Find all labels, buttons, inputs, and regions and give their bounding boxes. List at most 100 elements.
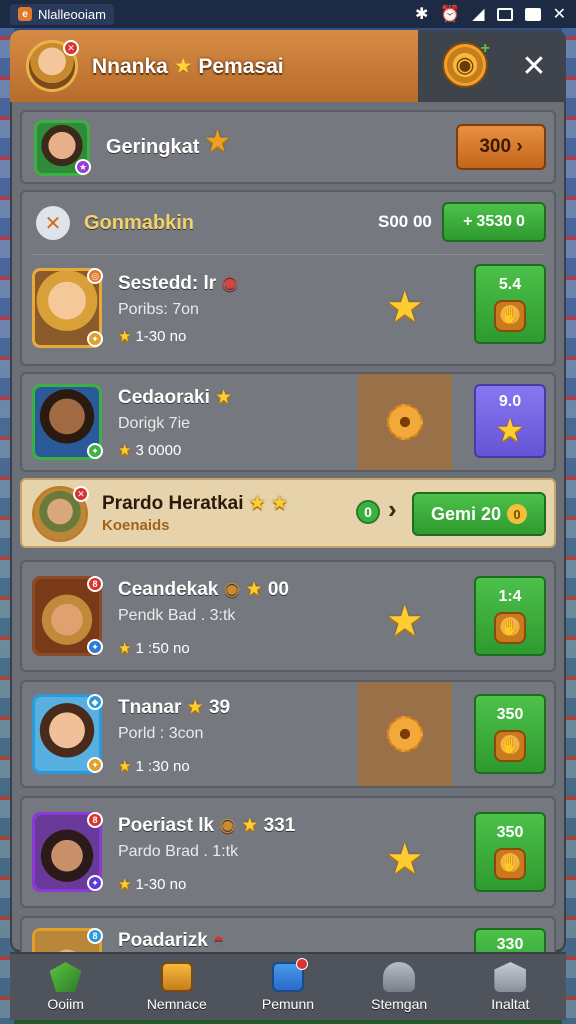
player-rating: ★ 3 0000 xyxy=(118,441,182,460)
player-info: Poeriast lk ◉ ★ 331 Pardo Brad . 1:tk ★ 1… xyxy=(118,814,295,893)
player-info: Prardo Heratkai ★ ★ Koenaids xyxy=(102,492,288,534)
player-row[interactable]: 8 Poadarizk ◓ 330 xyxy=(20,916,556,952)
toggle-icon[interactable]: 0 xyxy=(356,500,380,524)
star-icon: ★ xyxy=(386,283,424,330)
star-icon: ★ xyxy=(118,876,132,893)
star-icon: ★ xyxy=(118,758,132,775)
gem-button[interactable]: Gemi 20 0 xyxy=(412,492,546,536)
nav-item-stemgan[interactable]: Stemgan xyxy=(349,962,449,1012)
section-title: Gonmabkin xyxy=(84,212,195,234)
player-rating: ★ 1-30 no xyxy=(118,327,187,346)
player-stats: Porld : 3con xyxy=(118,725,204,742)
medal-icon: ◉ xyxy=(223,579,241,600)
team-panel: ✕ Nnanka ★ Pemasai ◉ + ✕ ★ Geringkat ★ 3… xyxy=(10,30,566,952)
chevron-right-icon[interactable]: › xyxy=(388,494,397,525)
divider xyxy=(32,254,544,255)
star-icon: ★ xyxy=(204,125,231,158)
section-value: S00 00 xyxy=(378,212,432,231)
medal-icon: ◉ xyxy=(219,815,236,836)
top-rank-row[interactable]: ★ Geringkat ★ 300 › xyxy=(20,110,556,184)
player-value-button[interactable]: 5.4 ✋ xyxy=(474,264,546,344)
star-icon: ★ xyxy=(495,412,525,448)
position-tile xyxy=(358,682,452,786)
star-icon: ★ xyxy=(118,328,132,345)
player-avatar: 8 xyxy=(32,928,103,952)
level-badge: 8 xyxy=(87,812,103,828)
nav-item-inaltat[interactable]: Inaltat xyxy=(460,962,560,1012)
status-bar: e Nlalleooiam ✱ ⏰ ◢ ✕ xyxy=(0,0,576,28)
player-info: Sestedd: lr ◉ Poribs: 7on ★ 1-30 no xyxy=(118,272,238,345)
player-avatar: ✕ xyxy=(32,486,89,542)
nav-item-ooiim[interactable]: Ooiim xyxy=(16,962,116,1012)
page-title: Nnanka ★ Pemasai xyxy=(92,54,284,78)
notification-badge xyxy=(295,958,308,970)
player-info: Tnanar ★ 39 Porld : 3con ★ 1 :30 no xyxy=(118,696,230,775)
status-icons: ✱ ⏰ ◢ ✕ xyxy=(415,4,566,24)
panel-header: ✕ Nnanka ★ Pemasai ◉ + ✕ xyxy=(10,30,566,102)
window-icon[interactable] xyxy=(524,7,541,21)
player-value-button[interactable]: 350 ✋ xyxy=(474,694,546,774)
star-icon: ★ xyxy=(271,493,289,514)
close-icon[interactable]: ✕ xyxy=(553,4,566,24)
level-badge: ★ xyxy=(75,159,91,175)
star-icon: ★ xyxy=(245,579,263,600)
close-button[interactable]: ✕ xyxy=(514,46,554,86)
player-name: Tnanar ★ 39 xyxy=(118,697,231,718)
player-row[interactable]: 8 ✦ Poeriast lk ◉ ★ 331 Pardo Brad . 1:t… xyxy=(20,796,556,908)
rewards-button[interactable]: ◉ + xyxy=(442,40,490,88)
row-name: Geringkat xyxy=(106,136,200,158)
player-name: Ceandekak ◉ ★ 00 xyxy=(118,579,289,600)
app-title-chip: e Nlalleooiam xyxy=(10,3,114,25)
player-avatar: ✦ xyxy=(32,384,103,460)
player-name: Poadarizk ◓ xyxy=(118,930,225,951)
section-coin-button[interactable]: + 3530 0 xyxy=(442,202,546,242)
app-title: Nlalleooiam xyxy=(38,6,106,22)
level-badge: ◆ xyxy=(87,694,103,710)
player-value-button[interactable]: 1:4 ✋ xyxy=(474,576,546,656)
window-icon[interactable] xyxy=(496,7,513,21)
helmet-icon xyxy=(383,962,416,992)
player-avatar: ◎ ✦ xyxy=(32,268,103,348)
signal-icon: ◢ xyxy=(472,6,485,23)
plus-icon: + xyxy=(480,40,490,57)
rank-value-button[interactable]: 300 › xyxy=(456,124,546,170)
player-value-button[interactable]: 9.0 ★ xyxy=(474,384,546,458)
bluetooth-icon: ✱ xyxy=(414,6,429,23)
player-row[interactable]: ◎ ✦ Sestedd: lr ◉ Poribs: 7on ★ 1-30 no ★… xyxy=(22,258,554,364)
star-icon: ★ xyxy=(386,835,424,882)
player-value-button[interactable]: 330 xyxy=(474,928,546,952)
header-avatar[interactable]: ✕ xyxy=(26,40,79,92)
star-icon: ★ xyxy=(241,815,259,836)
player-name: Cedaoraki ★ xyxy=(118,387,233,408)
gear-icon xyxy=(387,404,423,440)
player-row[interactable]: ◆ ✦ Tnanar ★ 39 Porld : 3con ★ 1 :30 no 3… xyxy=(20,680,556,788)
app-icon: e xyxy=(18,7,32,21)
star-icon: ★ xyxy=(215,387,233,408)
featured-player-row[interactable]: ✕ Prardo Heratkai ★ ★ Koenaids 0 › Gemi … xyxy=(20,478,556,548)
player-avatar: ◆ ✦ xyxy=(32,694,103,774)
calendar-icon xyxy=(271,958,308,992)
alarm-icon: ⏰ xyxy=(440,6,461,23)
player-rating: ★ 1 :30 no xyxy=(118,757,190,776)
player-row[interactable]: ✦ Cedaoraki ★ Dorigk 7ie ★ 3 0000 9.0 ★ xyxy=(20,372,556,472)
nav-item-nemnace[interactable]: Nemnace xyxy=(127,962,227,1012)
player-value-button[interactable]: 350 ✋ xyxy=(474,812,546,892)
gear-icon xyxy=(387,716,423,752)
helmet-icon: ◓ xyxy=(213,930,225,951)
player-row[interactable]: 8 ✦ Ceandekak ◉ ★ 00 Pendk Bad . 3:tk ★ 1… xyxy=(20,560,556,672)
player-stats: Pardo Brad . 1:tk xyxy=(118,843,239,860)
player-name: Prardo Heratkai ★ ★ xyxy=(102,493,289,514)
nav-item-pemunn[interactable]: Pemunn xyxy=(238,958,338,1012)
position-badge: ✦ xyxy=(87,443,103,459)
star-icon: ★ xyxy=(248,493,266,514)
player-stats: Poribs: 7on xyxy=(118,301,199,318)
coin-icon: 0 xyxy=(507,504,528,524)
position-badge: ✦ xyxy=(87,757,103,773)
player-club: Koenaids xyxy=(102,517,170,534)
notification-badge: ✕ xyxy=(63,40,79,56)
player-stats: Pendk Bad . 3:tk xyxy=(118,607,236,624)
trophy-icon xyxy=(160,962,193,992)
position-badge: ✦ xyxy=(87,639,103,655)
position-tile xyxy=(358,374,452,470)
building-icon xyxy=(494,962,527,992)
